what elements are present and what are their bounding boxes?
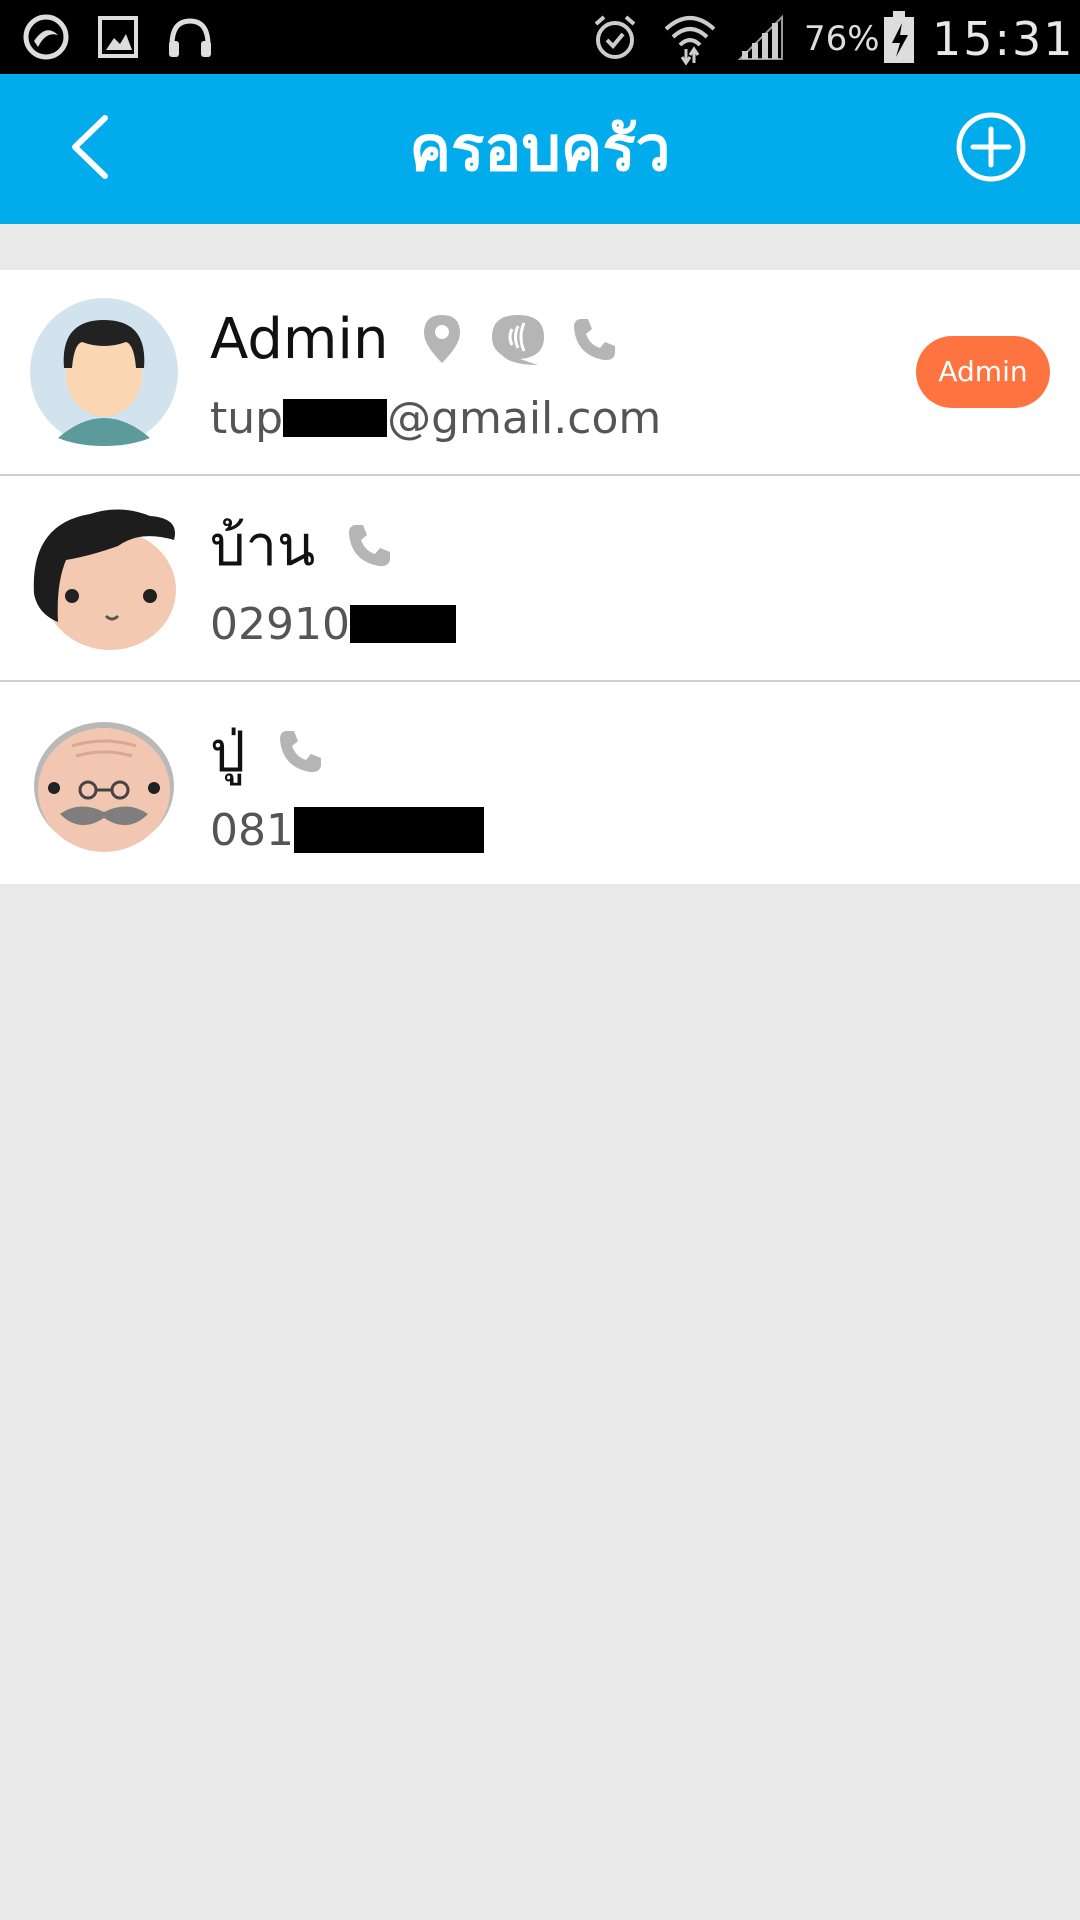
alarm-icon xyxy=(587,0,643,74)
member-phone: 081 xyxy=(210,800,484,860)
add-circle-icon xyxy=(955,111,1027,187)
list-item[interactable]: Admin tup @gmail.com Admin xyxy=(0,270,1080,476)
chat-icon[interactable] xyxy=(490,311,546,367)
chevron-left-icon xyxy=(65,112,115,186)
phone-prefix: 02910 xyxy=(210,598,350,650)
man-avatar xyxy=(30,504,178,652)
add-member-button[interactable] xyxy=(950,108,1032,190)
status-bar: 76% 15:31 xyxy=(0,0,1080,74)
member-name-row: บ้าน xyxy=(210,510,417,580)
phone-icon[interactable] xyxy=(566,311,622,367)
headphones-icon xyxy=(162,0,218,74)
page-title: ครอบครัว xyxy=(409,112,671,185)
battery-charging-icon xyxy=(878,0,920,74)
redaction-bar xyxy=(349,605,456,643)
phone-prefix: 081 xyxy=(210,804,294,856)
member-name: บ้าน xyxy=(210,513,316,579)
signal-icon xyxy=(734,0,788,74)
member-name-row: Admin xyxy=(210,304,642,374)
phone-icon[interactable] xyxy=(272,723,328,779)
member-name: Admin xyxy=(210,306,389,372)
app-notification-icon xyxy=(20,0,72,74)
email-suffix: @gmail.com xyxy=(387,392,662,444)
admin-badge: Admin xyxy=(916,336,1050,408)
app-header: ครอบครัว xyxy=(0,74,1080,224)
member-email: tup @gmail.com xyxy=(210,388,661,448)
phone-icon[interactable] xyxy=(341,517,397,573)
family-member-list: Admin tup @gmail.com Admin บ้าน 02910 ปู… xyxy=(0,270,1080,884)
grandfather-avatar xyxy=(30,710,178,858)
list-item[interactable]: ปู่ 081 xyxy=(0,682,1080,884)
email-prefix: tup xyxy=(210,392,284,444)
back-button[interactable] xyxy=(50,109,130,189)
clock: 15:31 xyxy=(932,12,1075,66)
member-name: ปู่ xyxy=(210,719,246,785)
battery-percent: 76% xyxy=(804,19,880,59)
location-icon[interactable] xyxy=(414,311,470,367)
member-phone: 02910 xyxy=(210,594,456,654)
list-item[interactable]: บ้าน 02910 xyxy=(0,476,1080,682)
boy-avatar xyxy=(30,298,178,446)
redaction-bar xyxy=(283,399,388,437)
gallery-icon xyxy=(92,0,144,74)
member-name-row: ปู่ xyxy=(210,716,348,786)
wifi-icon xyxy=(660,0,720,74)
redaction-bar xyxy=(293,807,484,853)
